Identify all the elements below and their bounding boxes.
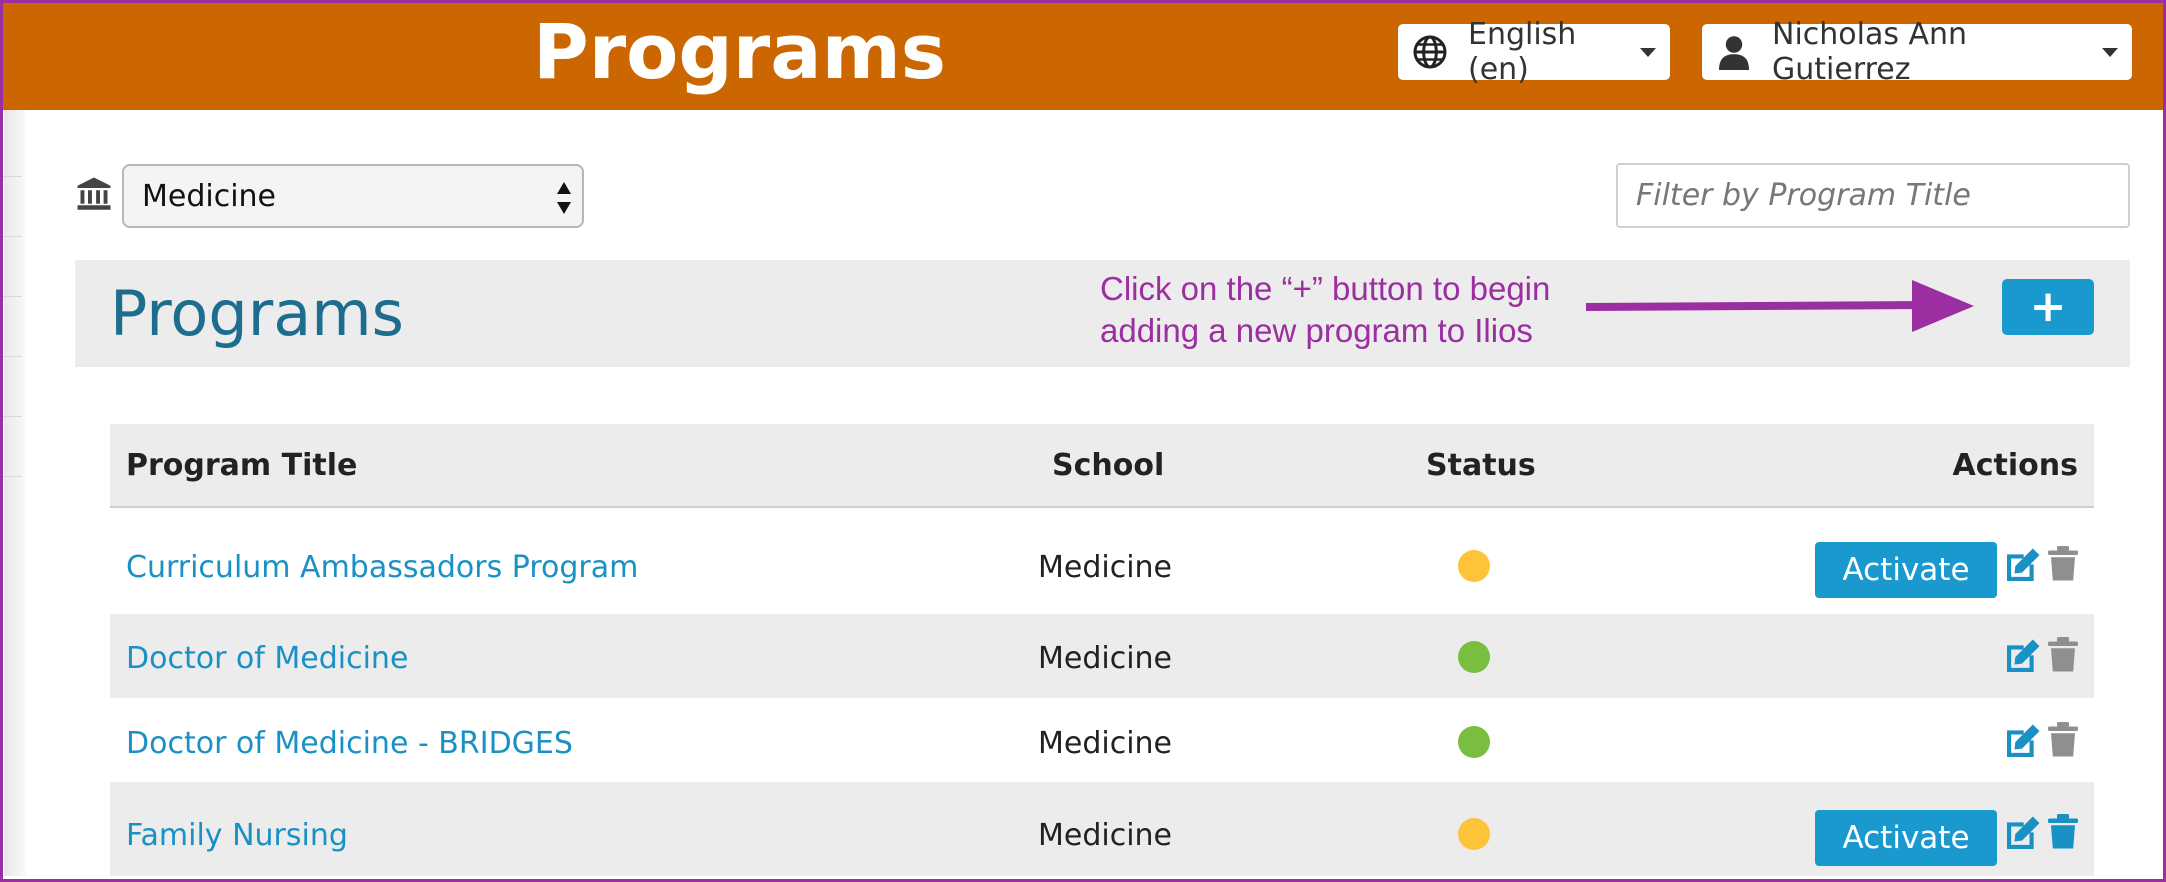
program-title-link[interactable]: Family Nursing	[126, 818, 348, 853]
background-line	[0, 416, 22, 417]
status-indicator-inactive	[1458, 818, 1490, 850]
school-select-value: Medicine	[142, 178, 277, 214]
user-menu[interactable]: Nicholas Ann Gutierrez	[1702, 17, 2132, 87]
app-title: Programs	[533, 7, 946, 96]
add-button-label: +	[2029, 281, 2067, 332]
background-line	[0, 236, 22, 237]
annotation-text: Click on the “+” button to begin adding …	[1100, 270, 1551, 349]
user-icon	[1719, 36, 1749, 70]
background-line	[0, 176, 22, 177]
trash-icon[interactable]	[2048, 722, 2078, 758]
trash-icon[interactable]	[2048, 814, 2078, 850]
language-dropdown[interactable]: English (en)	[1398, 17, 1670, 87]
school-cell: Medicine	[1038, 550, 1173, 585]
institution-icon	[77, 177, 111, 210]
column-header-actions: Actions	[1952, 448, 2078, 483]
table-row: Doctor of Medicine Medicine	[110, 614, 2094, 698]
edit-icon[interactable]	[2002, 546, 2042, 586]
background-line	[0, 476, 22, 477]
activate-button[interactable]: Activate	[1815, 810, 1997, 866]
activate-button[interactable]: Activate	[1815, 542, 1997, 598]
trash-icon[interactable]	[2048, 637, 2078, 673]
filter-input[interactable]	[1616, 163, 2130, 228]
select-arrows-icon	[557, 182, 571, 214]
edit-icon[interactable]	[2002, 637, 2042, 677]
school-cell: Medicine	[1038, 641, 1173, 676]
program-title-link[interactable]: Doctor of Medicine - BRIDGES	[126, 726, 573, 761]
column-header-program-title[interactable]: Program Title	[126, 448, 357, 483]
table-row: Curriculum Ambassadors Program Medicine …	[110, 510, 2094, 614]
school-cell: Medicine	[1038, 726, 1173, 761]
edit-icon[interactable]	[2002, 722, 2042, 762]
background-line	[0, 296, 22, 297]
status-indicator-active	[1458, 726, 1490, 758]
annotation-arrow-icon	[1586, 280, 1974, 332]
trash-icon[interactable]	[2048, 546, 2078, 582]
language-label: English (en)	[1468, 17, 1577, 87]
school-select[interactable]: Medicine	[122, 164, 584, 228]
page-edge	[4, 110, 26, 876]
school-cell: Medicine	[1038, 818, 1173, 853]
program-title-link[interactable]: Doctor of Medicine	[126, 641, 408, 676]
column-header-status[interactable]: Status	[1426, 448, 1536, 483]
column-header-school[interactable]: School	[1052, 448, 1164, 483]
table-row: Doctor of Medicine - BRIDGES Medicine	[110, 698, 2094, 782]
top-bar: Programs English (en) Nicholas Ann Gutie…	[0, 0, 2166, 110]
program-title-link[interactable]: Curriculum Ambassadors Program	[126, 550, 638, 585]
status-indicator-active	[1458, 641, 1490, 673]
background-line	[0, 356, 22, 357]
chevron-down-icon	[2102, 47, 2118, 57]
panel-title: Programs	[110, 277, 404, 350]
add-program-button[interactable]: +	[2002, 279, 2094, 335]
table-row: Family Nursing Medicine Activate	[110, 782, 2094, 876]
table-header: Program Title School Status Actions	[110, 424, 2094, 508]
edit-icon[interactable]	[2002, 814, 2042, 854]
globe-icon	[1413, 35, 1447, 69]
status-indicator-inactive	[1458, 550, 1490, 582]
user-name: Nicholas Ann Gutierrez	[1772, 17, 1968, 87]
chevron-down-icon	[1640, 47, 1656, 57]
